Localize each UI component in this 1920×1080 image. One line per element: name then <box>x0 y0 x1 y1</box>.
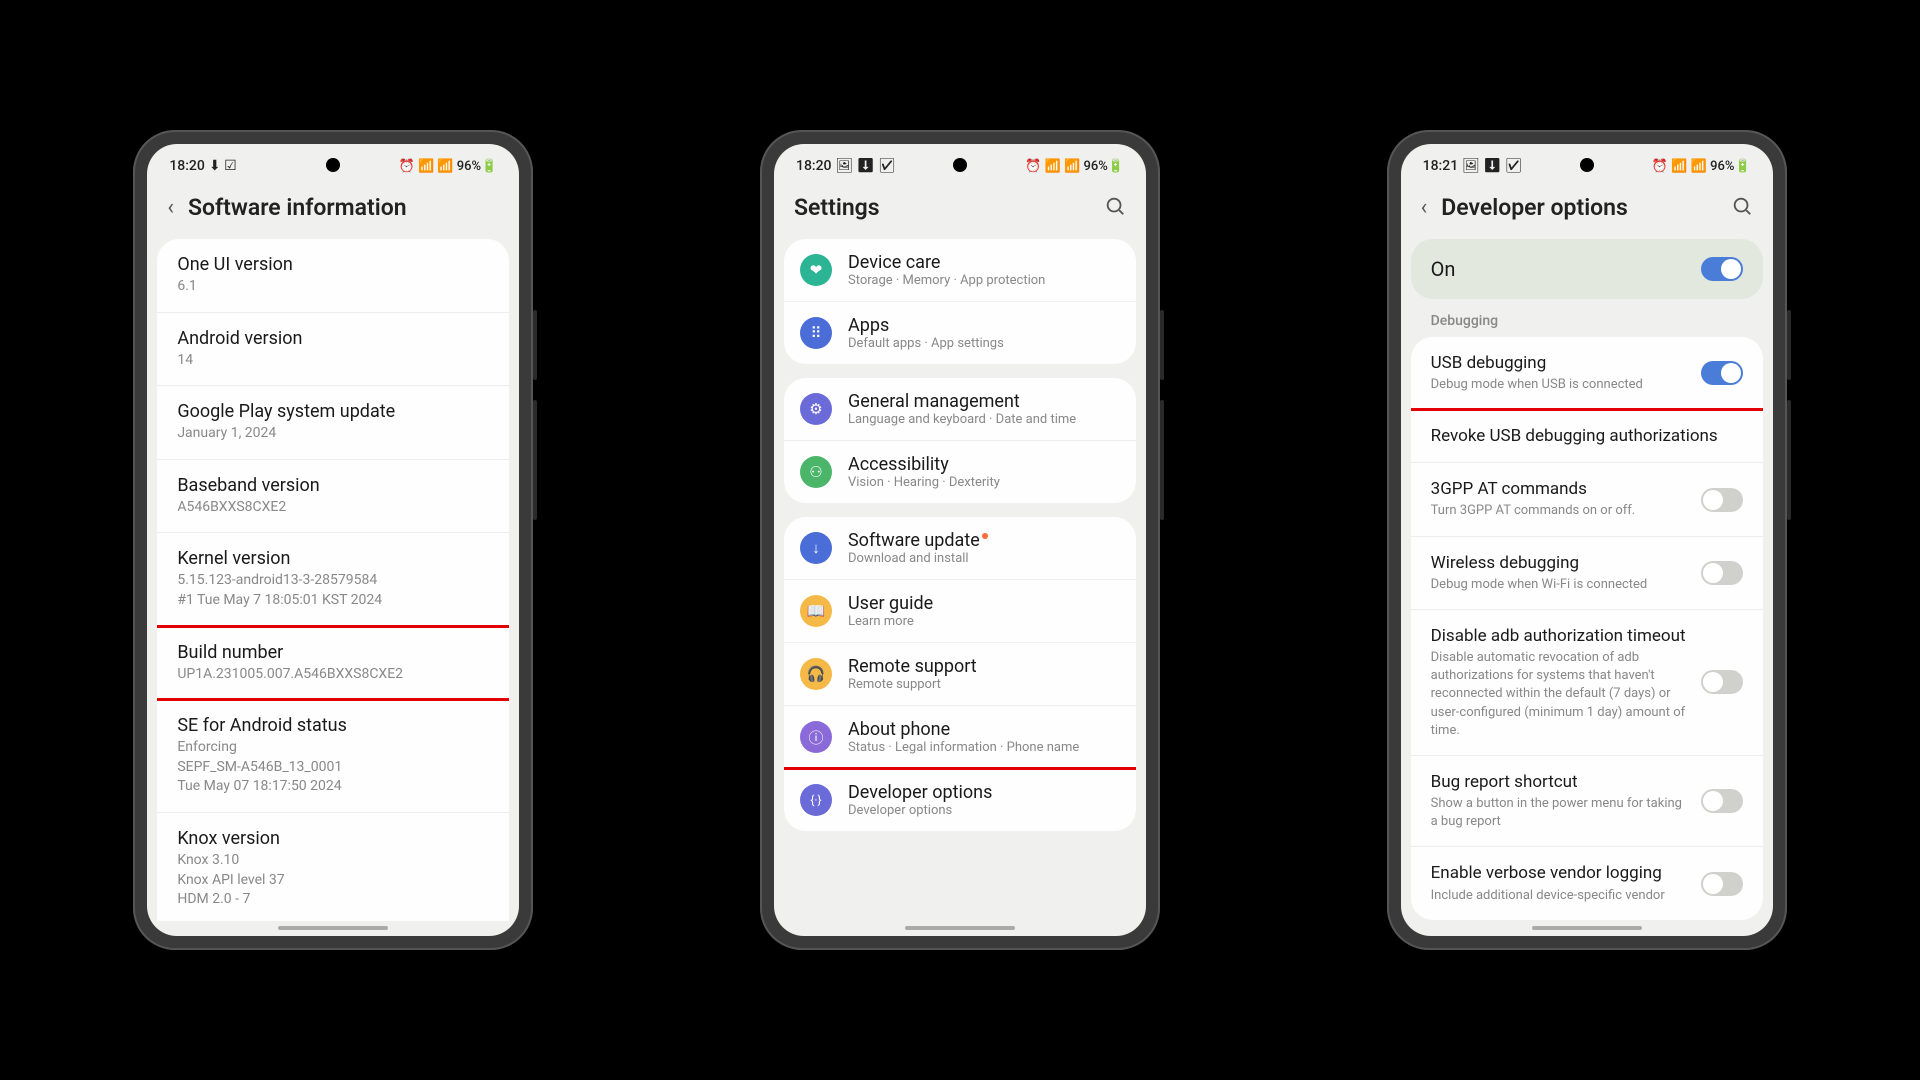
bug-report-toggle[interactable] <box>1701 789 1743 813</box>
device-care-icon: ❤ <box>800 254 832 286</box>
wireless-debugging[interactable]: Wireless debuggingDebug mode when Wi-Fi … <box>1411 537 1763 610</box>
accessibility[interactable]: ⚇ AccessibilityVision · Hearing · Dexter… <box>784 441 1136 503</box>
settings-group-1: ❤ Device careStorage · Memory · App prot… <box>784 239 1136 364</box>
general-management[interactable]: ⚙ General managementLanguage and keyboar… <box>784 378 1136 441</box>
device-care[interactable]: ❤ Device careStorage · Memory · App prot… <box>784 239 1136 302</box>
usb-debugging-toggle[interactable] <box>1701 361 1743 385</box>
update-badge <box>982 533 988 539</box>
search-icon[interactable] <box>1104 195 1126 221</box>
status-left-icons: 🖼 ⬇ ☑ <box>836 158 896 174</box>
remote-support-icon: 🎧 <box>800 658 832 690</box>
android-version[interactable]: Android version 14 <box>157 313 509 387</box>
section-debugging: Debugging <box>1411 313 1763 337</box>
back-button[interactable]: ‹ <box>167 195 174 220</box>
disable-adb-timeout[interactable]: Disable adb authorization timeoutDisable… <box>1411 610 1763 756</box>
header: ‹ Developer options <box>1401 180 1773 239</box>
general-icon: ⚙ <box>800 393 832 425</box>
settings-group-3: ↓ Software updateDownload and install 📖 … <box>784 517 1136 831</box>
camera-hole <box>1580 158 1594 172</box>
software-update[interactable]: ↓ Software updateDownload and install <box>784 517 1136 580</box>
kernel-version[interactable]: Kernel version 5.15.123-android13-3-2857… <box>157 533 509 626</box>
about-phone-icon: ⓘ <box>800 721 832 753</box>
status-left-icons: 🖼 ⬇ ☑ <box>1462 158 1522 174</box>
status-left-icons: ⬇ ☑ <box>209 158 237 174</box>
verbose-vendor-logging[interactable]: Enable verbose vendor loggingInclude add… <box>1411 847 1763 919</box>
google-play-update[interactable]: Google Play system update January 1, 202… <box>157 386 509 460</box>
status-right-icons: ⏰ 📶 📶 96%🔋 <box>1025 159 1124 174</box>
search-icon[interactable] <box>1731 195 1753 221</box>
info-card: One UI version 6.1 Android version 14 Go… <box>157 239 509 921</box>
build-number[interactable]: Build number UP1A.231005.007.A546BXXS8CX… <box>157 627 509 701</box>
header: ‹ Software information <box>147 180 519 239</box>
verbose-logging-toggle[interactable] <box>1701 872 1743 896</box>
developer-options[interactable]: {·} Developer optionsDeveloper options <box>784 769 1136 831</box>
user-guide-icon: 📖 <box>800 595 832 627</box>
nav-handle[interactable] <box>905 926 1015 930</box>
status-right-icons: ⏰ 📶 📶 96%🔋 <box>1652 159 1751 174</box>
highlight-box <box>157 625 509 702</box>
master-toggle-row[interactable]: On <box>1411 239 1763 299</box>
camera-hole <box>953 158 967 172</box>
developer-icon: {·} <box>800 784 832 816</box>
se-android-status[interactable]: SE for Android status Enforcing SEPF_SM-… <box>157 700 509 813</box>
page-title: Settings <box>794 194 1090 221</box>
master-toggle[interactable] <box>1701 257 1743 281</box>
remote-support[interactable]: 🎧 Remote supportRemote support <box>784 643 1136 706</box>
nav-handle[interactable] <box>278 926 388 930</box>
status-right-icons: ⏰ 📶 📶 96%🔋 <box>399 159 498 174</box>
back-button[interactable]: ‹ <box>1421 195 1428 220</box>
header: Settings <box>774 180 1146 239</box>
status-time: 18:20 <box>169 158 205 174</box>
adb-timeout-toggle[interactable] <box>1701 670 1743 694</box>
about-phone[interactable]: ⓘ About phoneStatus · Legal information … <box>784 706 1136 769</box>
wireless-debugging-toggle[interactable] <box>1701 561 1743 585</box>
software-update-icon: ↓ <box>800 532 832 564</box>
status-time: 18:21 <box>1423 158 1459 174</box>
nav-handle[interactable] <box>1532 926 1642 930</box>
camera-hole <box>326 158 340 172</box>
bug-report-shortcut[interactable]: Bug report shortcutShow a button in the … <box>1411 756 1763 847</box>
user-guide[interactable]: 📖 User guideLearn more <box>784 580 1136 643</box>
3gpp-toggle[interactable] <box>1701 488 1743 512</box>
on-label: On <box>1431 257 1456 281</box>
debugging-card: USB debuggingDebug mode when USB is conn… <box>1411 337 1763 920</box>
page-title: Software information <box>188 194 499 221</box>
apps[interactable]: ⠿ AppsDefault apps · App settings <box>784 302 1136 364</box>
usb-debugging[interactable]: USB debuggingDebug mode when USB is conn… <box>1411 337 1763 410</box>
status-time: 18:20 <box>796 158 832 174</box>
phone-settings: 18:20 🖼 ⬇ ☑ ⏰ 📶 📶 96%🔋 Settings ❤ Device… <box>760 130 1160 950</box>
baseband-version[interactable]: Baseband version A546BXXS8CXE2 <box>157 460 509 534</box>
page-title: Developer options <box>1441 194 1716 221</box>
3gpp-at-commands[interactable]: 3GPP AT commandsTurn 3GPP AT commands on… <box>1411 463 1763 536</box>
accessibility-icon: ⚇ <box>800 456 832 488</box>
apps-icon: ⠿ <box>800 317 832 349</box>
knox-version[interactable]: Knox version Knox 3.10 Knox API level 37… <box>157 813 509 921</box>
one-ui-version[interactable]: One UI version 6.1 <box>157 239 509 313</box>
settings-group-2: ⚙ General managementLanguage and keyboar… <box>784 378 1136 503</box>
revoke-usb-auth[interactable]: Revoke USB debugging authorizations <box>1411 410 1763 463</box>
phone-developer-options: 18:21 🖼 ⬇ ☑ ⏰ 📶 📶 96%🔋 ‹ Developer optio… <box>1387 130 1787 950</box>
phone-software-info: 18:20 ⬇ ☑ ⏰ 📶 📶 96%🔋 ‹ Software informat… <box>133 130 533 950</box>
